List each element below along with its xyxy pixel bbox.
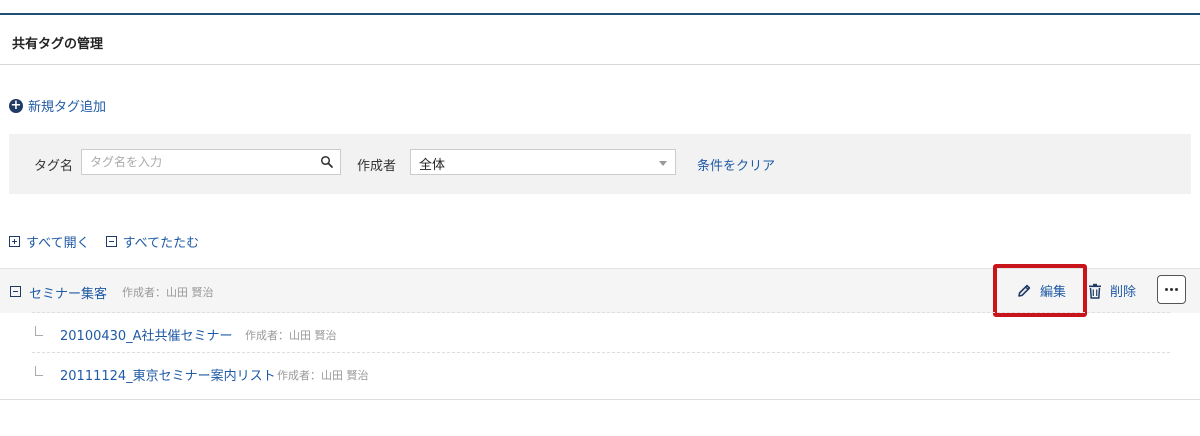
tag-name-label: タグ名 [34,159,74,174]
list-bottom-rule [0,399,1200,400]
page-title: 共有タグの管理 [12,37,104,52]
tag-search-box [81,149,341,175]
tree-elbow [35,366,43,376]
collapse-square-icon [105,236,117,247]
edit-label: 編集 [1040,285,1067,300]
tag-row-parent: セミナー集客 作成者：山田 賢治 編集 削除 [0,268,1200,313]
author-select[interactable]: 全体 [410,149,676,175]
title-divider [0,64,1200,65]
tree-controls: すべて開く すべてたたむ [9,232,215,251]
filter-bar: タグ名 作成者 全体 条件をクリア [9,134,1191,194]
author-label: 作成者 [357,159,397,174]
add-tag-label: 新規タグ追加 [28,100,107,115]
delete-button[interactable]: 削除 [1088,281,1136,300]
delete-label: 削除 [1110,285,1137,300]
search-icon[interactable] [320,155,334,169]
tag-author: 作成者：山田 賢治 [277,369,369,382]
pencil-icon [1018,284,1031,297]
expand-all-button[interactable]: すべて開く [9,232,90,251]
edit-button[interactable]: 編集 [1016,281,1066,300]
chevron-down-icon [659,161,667,166]
tag-name-link[interactable]: セミナー集客 [29,283,107,302]
expand-square-icon [9,236,20,247]
tag-name-link[interactable]: 20111124_東京セミナー案内リスト [60,365,276,384]
author-selected-value: 全体 [419,158,446,173]
tree-elbow [35,326,43,336]
tag-row-child: 20100430_A社共催セミナー 作成者：山田 賢治 [32,312,1170,353]
tag-author: 作成者：山田 賢治 [245,329,337,342]
trash-icon [1089,283,1101,299]
header-top-rule [0,13,1200,15]
tag-author: 作成者：山田 賢治 [122,286,214,299]
add-tag-button[interactable]: + 新規タグ追加 [9,96,106,115]
tag-name-input[interactable] [82,150,310,174]
collapse-square-icon[interactable] [10,286,21,297]
collapse-all-button[interactable]: すべてたたむ [105,232,200,251]
more-button[interactable] [1157,275,1186,304]
collapse-all-label: すべてたたむ [122,236,200,251]
plus-circle-icon: + [9,97,23,113]
clear-filters-link[interactable]: 条件をクリア [697,155,775,174]
expand-all-label: すべて開く [26,236,90,251]
tag-row-child: 20111124_東京セミナー案内リスト 作成者：山田 賢治 [32,352,1170,393]
tag-name-link[interactable]: 20100430_A社共催セミナー [60,325,233,344]
more-icon [1165,288,1168,291]
